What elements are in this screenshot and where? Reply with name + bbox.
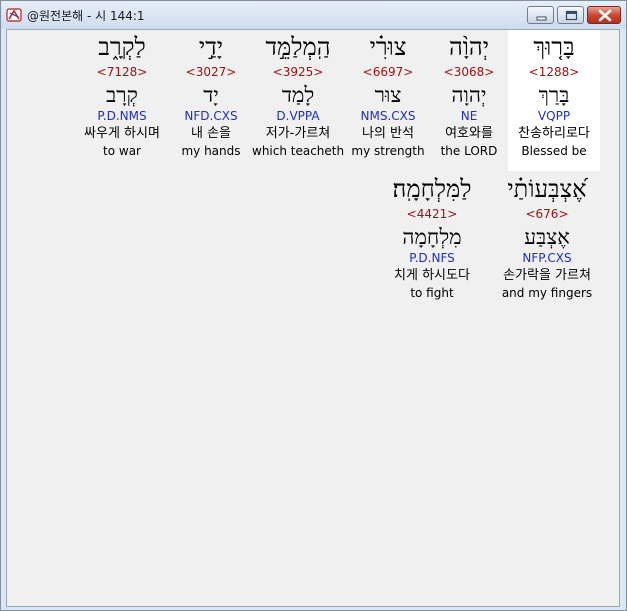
window-title: @원전본해 - 시 144:1 xyxy=(27,9,145,23)
word-block-8[interactable]: לַמִּלְחָמָֽה׃ <4421> מִלְחָמָה P.D.NFS … xyxy=(382,172,482,301)
morphology-code: P.D.NMS xyxy=(97,109,147,123)
hebrew-word: הַֽמְלַמֵּ֣ד xyxy=(265,33,331,61)
hebrew-lemma: אֶצְבַּע xyxy=(524,225,570,249)
strong-number[interactable]: <6697> xyxy=(342,64,434,80)
hebrew-word: לַמִּלְחָמָֽה׃ xyxy=(392,175,472,203)
strong-number[interactable]: <3027> xyxy=(165,64,257,80)
strong-number[interactable]: <1288> xyxy=(508,64,600,80)
word-block-5[interactable]: יָדַ֣י <3027> יָד NFD.CXS 내 손을 my hands xyxy=(165,30,257,159)
korean-gloss: 저가-가르쳐 xyxy=(265,126,331,141)
maximize-button[interactable] xyxy=(557,6,584,24)
minimize-button[interactable] xyxy=(527,6,554,24)
word-block-1[interactable]: בָּר֤וּךְ <1288> בָּרַךְ VQPP 찬송하리로다 Ble… xyxy=(508,30,600,171)
hebrew-word: יָדַ֣י xyxy=(198,33,224,61)
hebrew-lemma: בָּרַךְ xyxy=(538,83,570,107)
close-icon xyxy=(598,9,612,22)
word-block-4[interactable]: הַֽמְלַמֵּ֣ד <3925> לָמַד D.VPPA 저가-가르쳐 … xyxy=(252,30,344,159)
word-block-2[interactable]: יְהוָ֨ה <3068> יְהוָה NE 여호와를 the LORD xyxy=(423,30,515,159)
korean-gloss: 치게 하시도다 xyxy=(394,268,470,283)
bible-app-icon xyxy=(6,8,22,22)
hebrew-word: יְהוָ֨ה xyxy=(448,33,490,61)
title-bar[interactable]: @원전본해 - 시 144:1 xyxy=(1,1,626,29)
morphology-code: P.D.NFS xyxy=(409,251,455,265)
app-window: @원전본해 - 시 144:1 בָּר֤וּךְ <1288> בָּרַךְ… xyxy=(0,0,627,611)
hebrew-lemma: צוּר xyxy=(374,83,402,107)
word-block-3[interactable]: צוּרִ֗י <6697> צוּר NMS.CXS 나의 반석 my str… xyxy=(342,30,434,159)
hebrew-word: אֶ֝צְבְּעוֹתַ֗י xyxy=(507,175,587,203)
english-gloss: the LORD xyxy=(440,144,498,158)
hebrew-lemma: יְהוָה xyxy=(451,83,487,107)
hebrew-word: לַקְרָ֑ב xyxy=(98,33,146,61)
hebrew-lemma: קְרָב xyxy=(106,83,138,107)
korean-gloss: 손가락을 가르쳐 xyxy=(503,268,591,283)
english-gloss: my hands xyxy=(181,144,241,158)
english-gloss: Blessed be xyxy=(521,144,587,158)
strong-number[interactable]: <3925> xyxy=(252,64,344,80)
close-button[interactable] xyxy=(587,6,621,24)
strong-number[interactable]: <7128> xyxy=(76,64,168,80)
english-gloss: and my fingers xyxy=(501,286,593,300)
word-block-6[interactable]: לַקְרָ֑ב <7128> קְרָב P.D.NMS 싸우게 하시며 to… xyxy=(76,30,168,159)
korean-gloss: 싸우게 하시며 xyxy=(84,126,160,141)
english-gloss: to war xyxy=(103,144,141,158)
hebrew-lemma: יָד xyxy=(203,83,219,107)
morphology-code: NMS.CXS xyxy=(360,109,416,123)
hebrew-word: צוּרִ֗י xyxy=(369,33,407,61)
strong-number[interactable]: <676> xyxy=(491,206,603,222)
english-gloss: to fight xyxy=(410,286,454,300)
strong-number[interactable]: <3068> xyxy=(423,64,515,80)
morphology-code: NFD.CXS xyxy=(184,109,238,123)
hebrew-word: בָּר֤וּךְ xyxy=(533,33,575,61)
maximize-icon xyxy=(565,10,578,21)
minimize-icon xyxy=(536,16,547,21)
interlinear-view[interactable]: בָּר֤וּךְ <1288> בָּרַךְ VQPP 찬송하리로다 Ble… xyxy=(6,29,620,607)
english-gloss: which teacheth xyxy=(252,144,345,158)
korean-gloss: 내 손을 xyxy=(190,126,231,141)
english-gloss: my strength xyxy=(351,144,425,158)
morphology-code: VQPP xyxy=(537,109,571,123)
korean-gloss: 나의 반석 xyxy=(362,126,414,141)
strong-number[interactable]: <4421> xyxy=(382,206,482,222)
morphology-code: NFP.CXS xyxy=(522,251,572,265)
morphology-code: D.VPPA xyxy=(276,109,320,123)
korean-gloss: 찬송하리로다 xyxy=(518,126,590,141)
hebrew-lemma: מִלְחָמָה xyxy=(402,225,462,249)
word-block-7[interactable]: אֶ֝צְבְּעוֹתַ֗י <676> אֶצְבַּע NFP.CXS 손… xyxy=(491,172,603,301)
morphology-code: NE xyxy=(460,109,478,123)
hebrew-lemma: לָמַד xyxy=(281,83,315,107)
korean-gloss: 여호와를 xyxy=(445,126,493,141)
